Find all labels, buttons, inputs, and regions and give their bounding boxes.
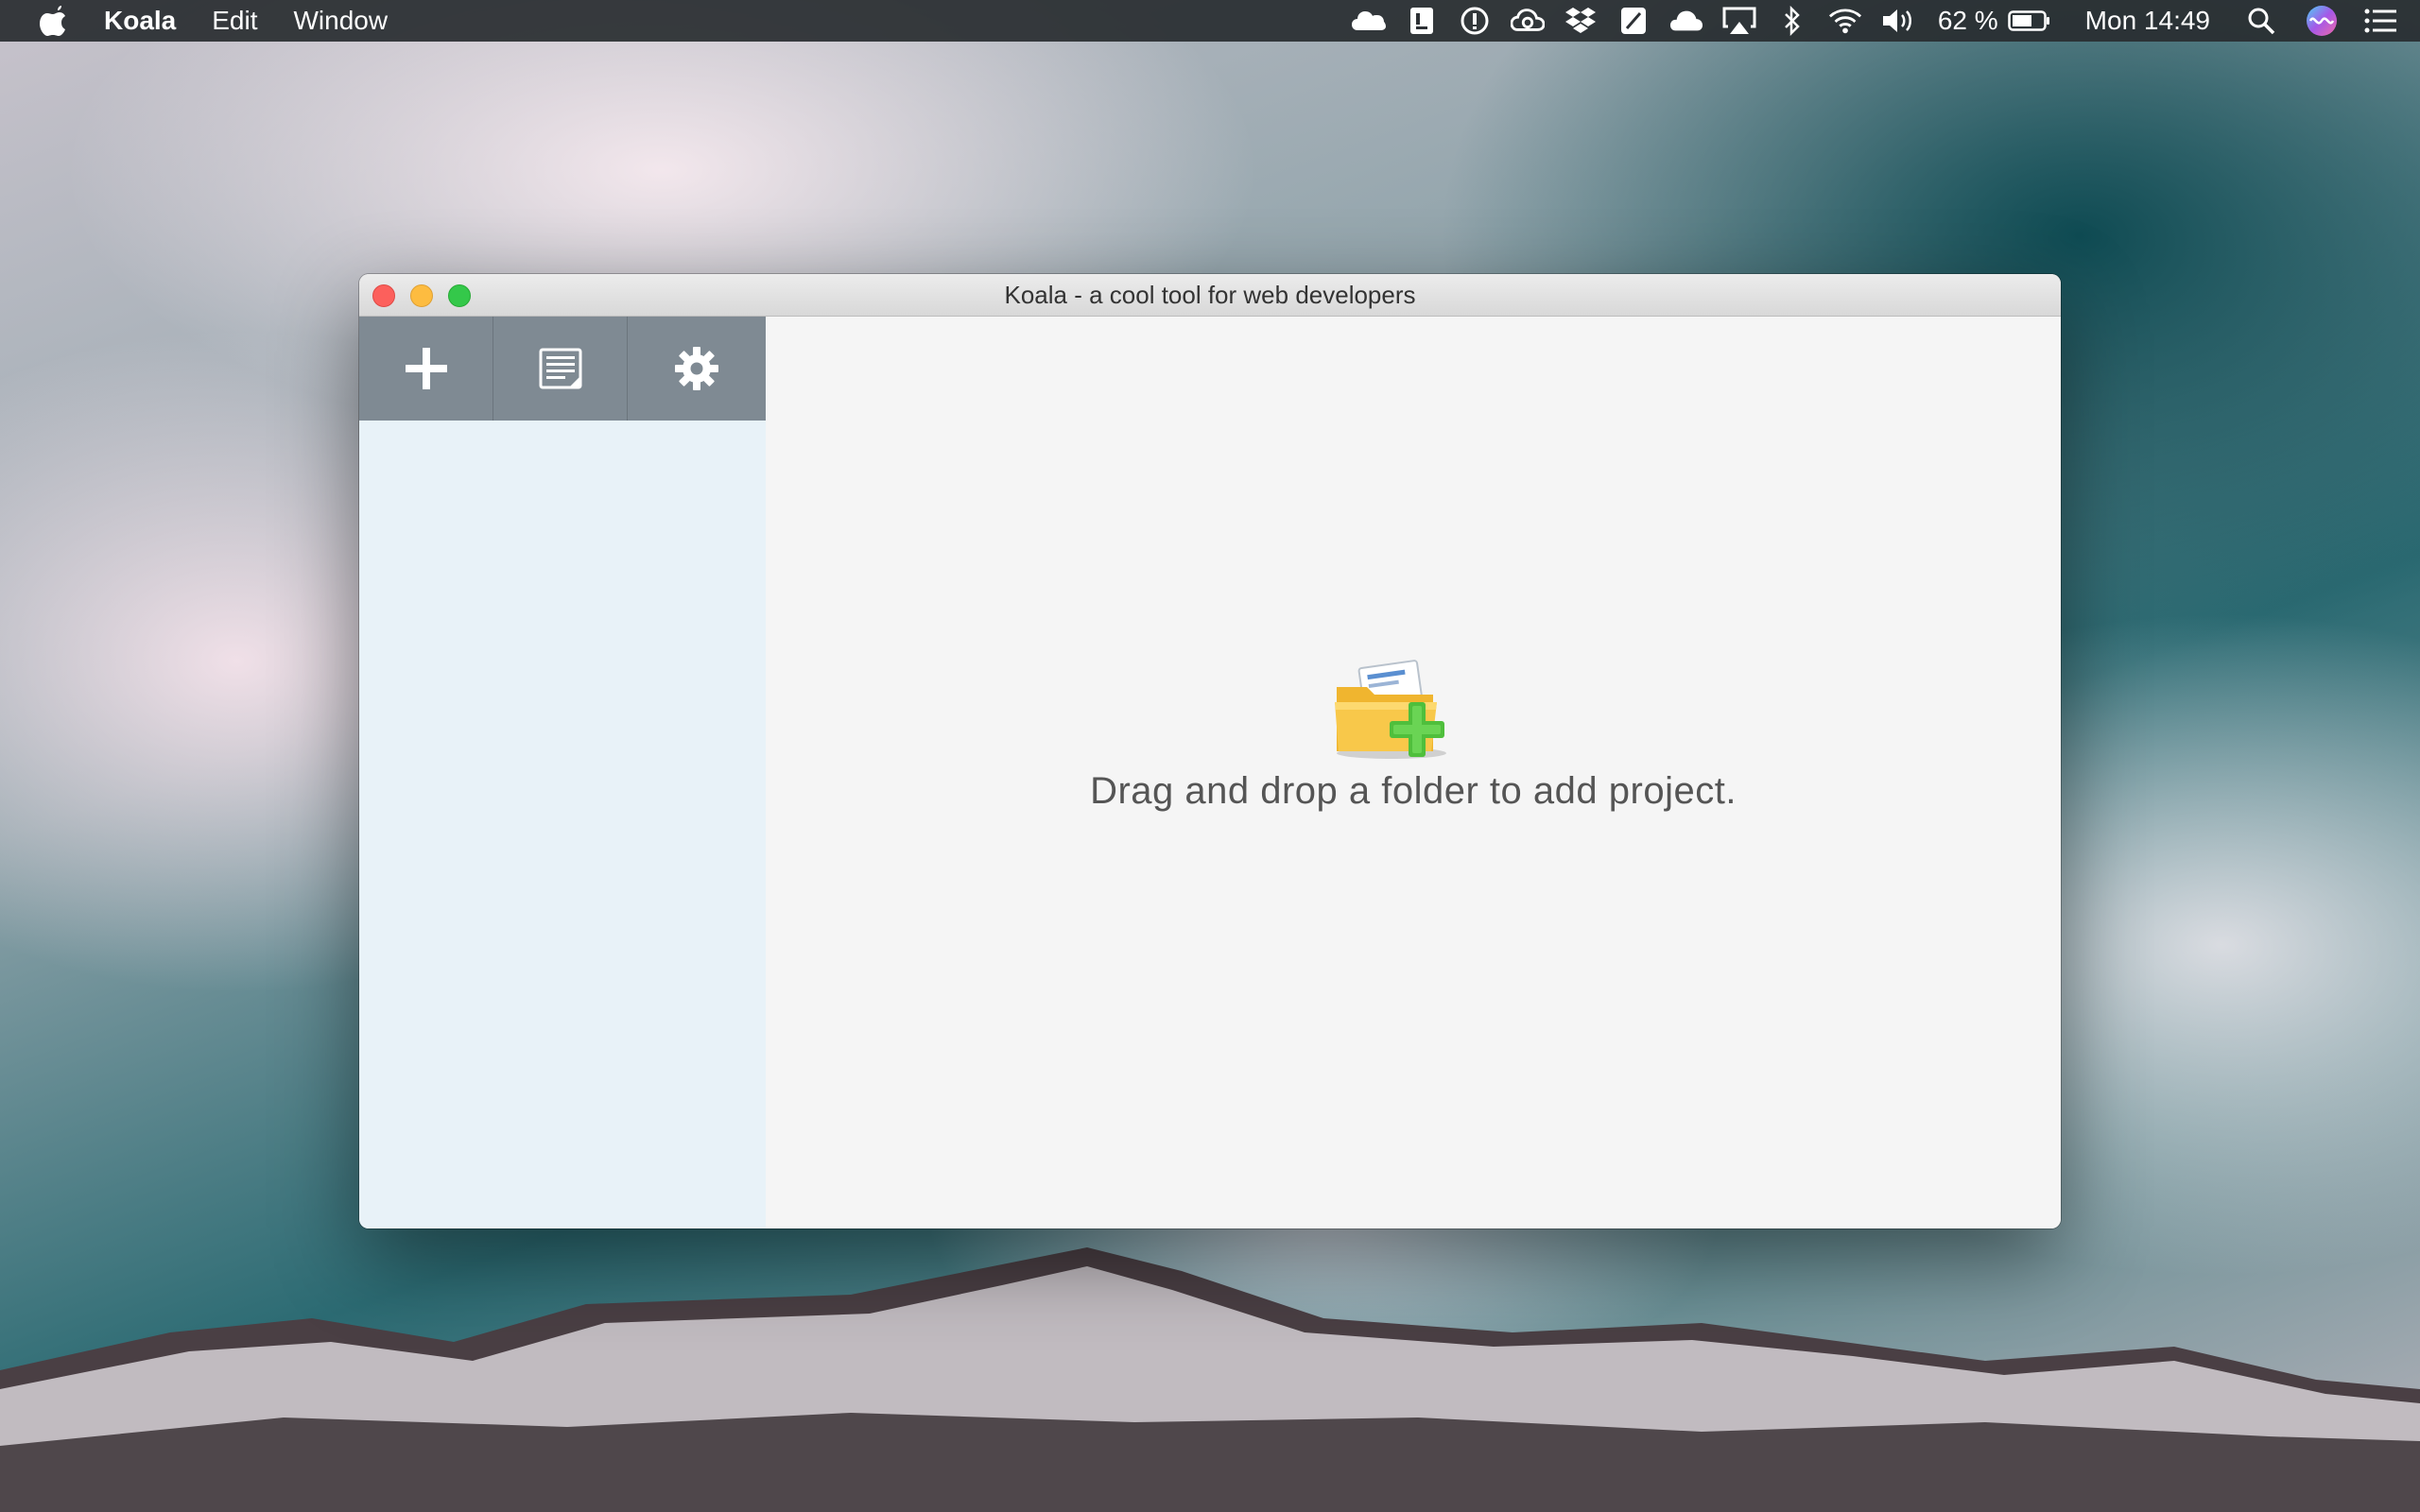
cloud-icon[interactable] (1351, 4, 1386, 38)
window-title: Koala - a cool tool for web developers (1004, 281, 1416, 309)
script-icon[interactable] (1405, 4, 1439, 38)
info-circle-icon[interactable] (1458, 4, 1492, 38)
menu-app-name[interactable]: Koala (104, 0, 176, 42)
menu-edit[interactable]: Edit (212, 0, 257, 42)
dropbox-icon[interactable] (1564, 4, 1598, 38)
sidebar-toolbar (359, 317, 766, 421)
add-project-button[interactable] (359, 317, 493, 421)
wifi-icon[interactable] (1828, 4, 1862, 38)
log-button[interactable] (493, 317, 628, 421)
creative-cloud-icon[interactable] (1510, 4, 1545, 38)
drop-hint-text: Drag and drop a folder to add project. (1090, 770, 1737, 812)
settings-button[interactable] (628, 317, 766, 421)
cloudapp-icon[interactable] (1669, 4, 1703, 38)
battery-percent[interactable]: 62 % (1938, 0, 1998, 42)
plus-icon (405, 348, 447, 389)
airplay-icon[interactable] (1722, 4, 1756, 38)
project-drop-area[interactable]: Drag and drop a folder to add project. (766, 317, 2061, 1228)
clock[interactable]: Mon 14:49 (2085, 0, 2210, 42)
menu-bar: Koala Edit Window 62 % Mon 14:49 (0, 0, 2420, 42)
koala-window: Koala - a cool tool for web developers D… (359, 274, 2061, 1228)
project-sidebar[interactable] (359, 317, 766, 1228)
bluetooth-icon[interactable] (1775, 4, 1809, 38)
volume-icon[interactable] (1881, 4, 1915, 38)
window-titlebar[interactable]: Koala - a cool tool for web developers (359, 274, 2061, 317)
notification-center-icon[interactable] (2363, 4, 2397, 38)
notes-icon[interactable] (1616, 4, 1651, 38)
siri-icon[interactable] (2305, 4, 2339, 38)
battery-icon[interactable] (2007, 4, 2051, 38)
spotlight-search-icon[interactable] (2244, 4, 2278, 38)
wallpaper-mountains (0, 1247, 2420, 1512)
add-folder-icon (1335, 660, 1446, 759)
menu-window[interactable]: Window (294, 0, 389, 42)
log-icon (539, 348, 581, 389)
gear-icon (675, 347, 718, 390)
apple-menu-icon[interactable] (40, 6, 66, 36)
